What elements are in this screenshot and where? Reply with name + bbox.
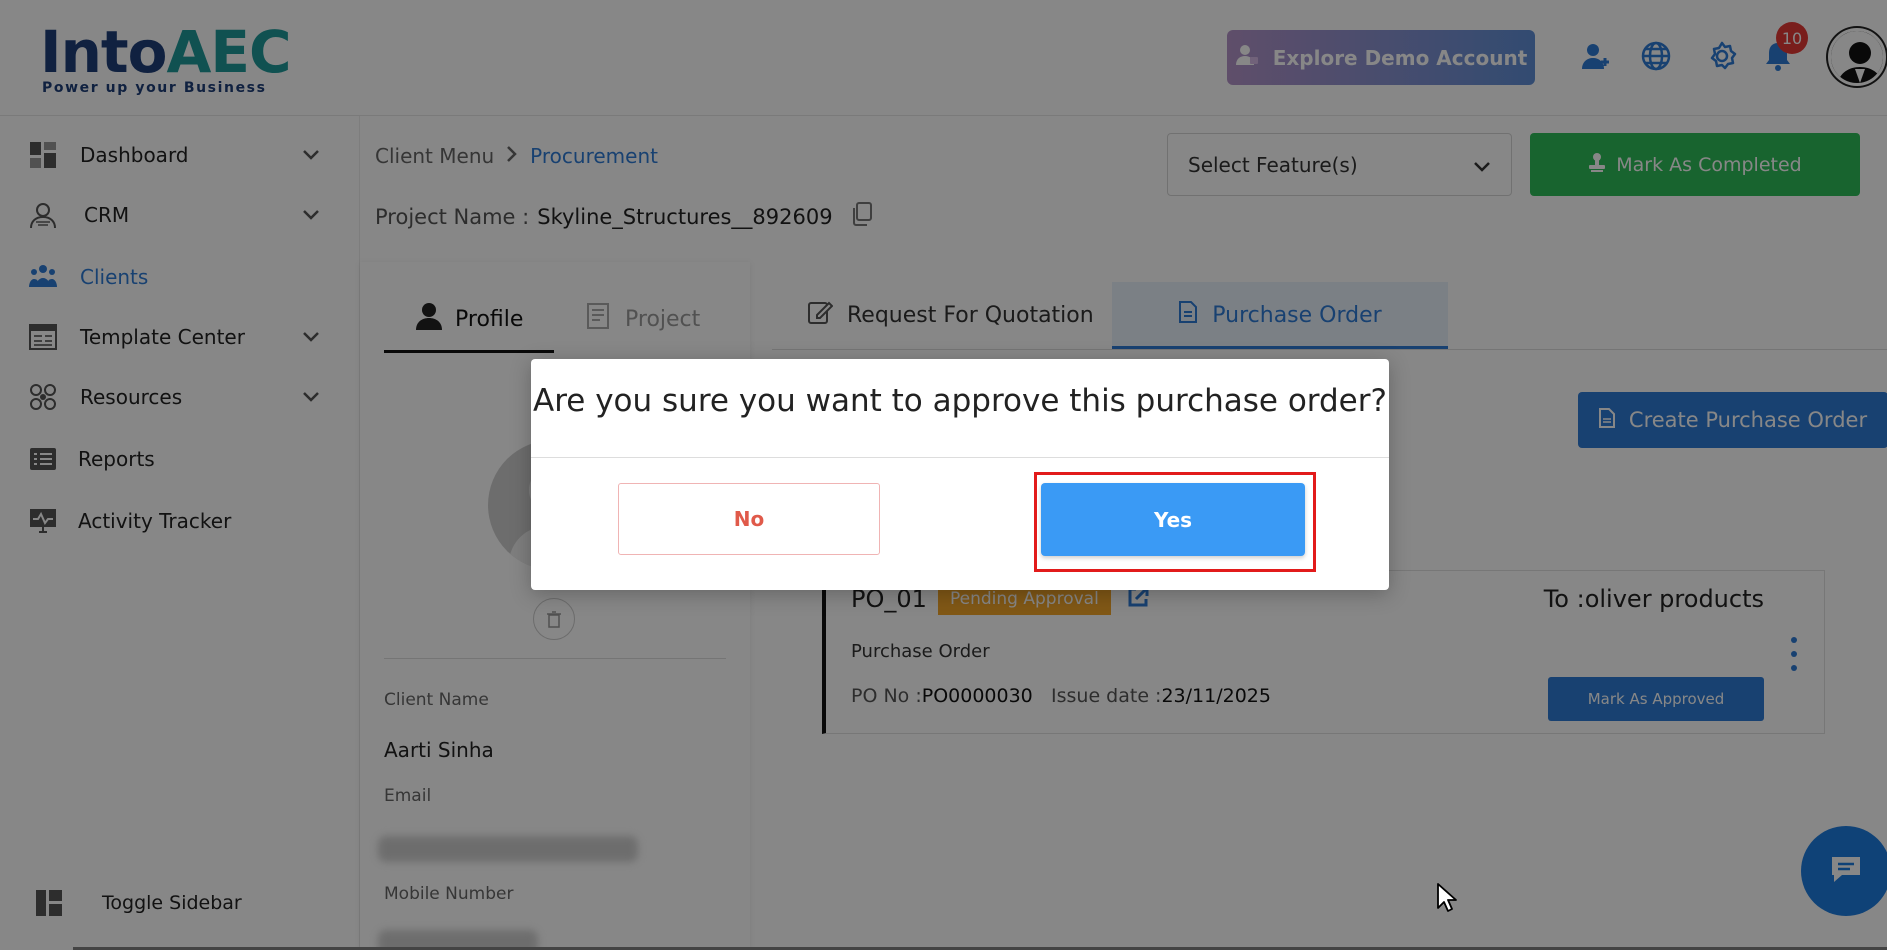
divider — [531, 457, 1389, 458]
approve-confirmation-dialog: Are you sure you want to approve this pu… — [531, 359, 1389, 590]
yes-button[interactable]: Yes — [1041, 483, 1305, 556]
no-button[interactable]: No — [618, 483, 880, 555]
mouse-cursor-icon — [1436, 882, 1458, 918]
dialog-title: Are you sure you want to approve this pu… — [533, 383, 1387, 419]
